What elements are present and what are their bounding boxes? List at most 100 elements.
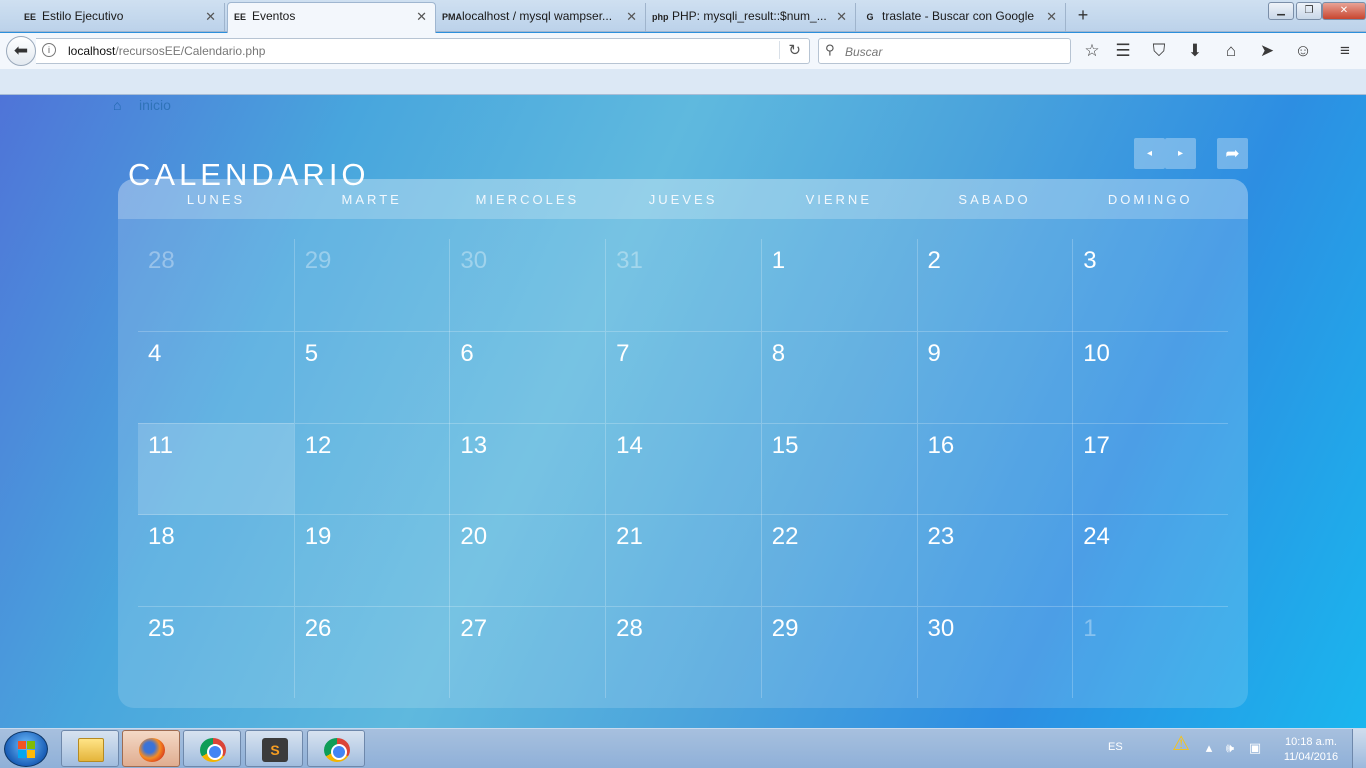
tab-close-icon[interactable]: ✕ [1046, 3, 1057, 30]
breadcrumb[interactable]: ⌂ inicio [113, 97, 171, 113]
tab-close-icon[interactable]: ✕ [836, 3, 847, 30]
calendar-day-cell[interactable]: 24 [1072, 514, 1229, 607]
maximize-button[interactable]: ❐ [1296, 2, 1322, 20]
close-window-button[interactable]: ✕ [1322, 2, 1366, 20]
page-title: CALENDARIO [128, 157, 370, 192]
system-clock[interactable]: 10:18 a.m. 11/04/2016 [1276, 735, 1346, 765]
next-month-button[interactable]: ▸ [1165, 138, 1196, 169]
search-placeholder: Buscar [845, 45, 883, 59]
tab-title: PHP: mysqli_result::$num_... [672, 9, 827, 23]
tab-4[interactable]: Gtraslate - Buscar con Google ✕ [858, 3, 1066, 32]
chrome-icon [324, 738, 350, 762]
calendar-day-cell[interactable]: 12 [293, 422, 450, 515]
calendar-day-cell[interactable]: 5 [293, 330, 450, 423]
calendar-day-cell[interactable]: 2 [916, 239, 1073, 331]
new-tab-button[interactable]: + [1072, 4, 1094, 26]
navigation-bar: ⬅ i localhost/recursosEE/Calendario.php … [0, 33, 1366, 69]
day-number: 12 [304, 431, 332, 459]
calendar-day-cell[interactable]: 29 [760, 606, 917, 699]
calendar-day-cell[interactable]: 18 [138, 514, 294, 606]
tab-0[interactable]: EE Estilo Ejecutivo ✕ [18, 3, 225, 32]
url-text[interactable]: localhost/recursosEE/Calendario.php [68, 44, 265, 58]
minimize-button[interactable]: ▁ [1268, 2, 1294, 20]
calendar-day-cell[interactable]: 15 [760, 422, 917, 515]
tab-favicon-icon: G [866, 12, 874, 22]
calendar-day-cell[interactable]: 29 [293, 239, 450, 331]
menu-icon[interactable]: ≡ [1334, 40, 1356, 62]
tab-2[interactable]: PMA localhost / mysql wampser... ✕ [438, 3, 646, 32]
share-icon[interactable]: ➤ [1256, 40, 1278, 62]
taskbar-chrome[interactable] [183, 730, 241, 767]
calendar-day-cell[interactable]: 13 [449, 422, 606, 515]
home-icon[interactable]: ⌂ [1220, 40, 1242, 62]
tab-close-icon[interactable]: ✕ [626, 3, 637, 30]
site-info-icon[interactable]: i [42, 43, 56, 57]
day-number: 1 [1083, 615, 1097, 643]
weekday-label: VIERNE [805, 192, 872, 207]
network-icon[interactable]: ▣ [1246, 739, 1264, 757]
volume-icon[interactable]: 🕪 [1221, 739, 1239, 757]
calendar-day-cell[interactable]: 1 [760, 239, 917, 331]
language-indicator[interactable]: ES [1108, 741, 1123, 753]
show-desktop-button[interactable] [1352, 729, 1366, 768]
taskbar-chrome-2[interactable] [307, 730, 365, 767]
calendar-day-cell[interactable]: 17 [1072, 422, 1229, 515]
reload-icon[interactable]: ↻ [779, 41, 801, 59]
calendar-day-cell[interactable]: 19 [293, 514, 450, 607]
calendar-day-cell[interactable]: 30 [916, 606, 1073, 699]
download-icon[interactable]: ⬇ [1184, 40, 1206, 62]
calendar-day-cell[interactable]: 6 [449, 330, 606, 423]
day-number: 25 [148, 615, 175, 643]
calendar: LUNES MARTE MIERCOLES JUEVES VIERNE SABADO DOM… [118, 179, 1248, 708]
calendar-day-cell[interactable]: 3 [1072, 239, 1228, 331]
calendar-day-cell[interactable]: 27 [449, 606, 606, 699]
calendar-day-cell[interactable]: 28 [138, 239, 294, 331]
tab-close-icon[interactable]: ✕ [205, 3, 216, 30]
calendar-day-cell[interactable]: 30 [449, 239, 605, 331]
tab-1[interactable]: EE Eventos ✕ [227, 2, 436, 33]
calendar-day-cell[interactable]: 21 [605, 514, 762, 607]
emoji-icon[interactable]: ☺ [1292, 40, 1314, 62]
calendar-day-cell[interactable]: 7 [605, 330, 762, 423]
calendar-day-cell[interactable]: 16 [916, 422, 1073, 515]
warning-icon[interactable]: ⚠ [1172, 733, 1194, 755]
breadcrumb-home[interactable]: inicio [139, 97, 171, 113]
bookmark-star-icon[interactable]: ☆ [1081, 40, 1103, 62]
calendar-day-cell[interactable]: 31 [605, 239, 761, 331]
calendar-day-cell[interactable]: 8 [760, 330, 917, 423]
url-bar[interactable]: i localhost/recursosEE/Calendario.php ↻ [36, 38, 810, 64]
show-hidden-icons-icon[interactable]: ▴ [1200, 739, 1218, 757]
pocket-icon[interactable]: ⛉ [1148, 40, 1170, 62]
sublime-text-icon: S [262, 738, 288, 762]
search-bar[interactable]: ⚲ Buscar [818, 38, 1071, 64]
calendar-day-cell[interactable]: 20 [449, 514, 606, 607]
calendar-day-cell[interactable]: 26 [293, 606, 450, 699]
taskbar-firefox[interactable] [122, 730, 180, 767]
prev-month-button[interactable]: ◂ [1134, 138, 1165, 169]
calendar-day-cell[interactable]: 23 [916, 514, 1073, 607]
start-button[interactable] [4, 731, 48, 767]
tab-strip: EE Estilo Ejecutivo ✕ EE Eventos ✕ PMA localhos… [0, 0, 1366, 33]
go-forward-button[interactable]: ➦ [1217, 138, 1248, 169]
taskbar-sublime-text[interactable]: S [245, 730, 303, 767]
chrome-icon [200, 738, 226, 762]
back-button[interactable]: ⬅ [6, 36, 36, 66]
day-number: 15 [771, 431, 799, 459]
day-number: 26 [304, 615, 332, 643]
calendar-day-cell[interactable]: 9 [916, 330, 1073, 423]
tab-close-icon[interactable]: ✕ [416, 3, 427, 30]
calendar-day-cell[interactable]: 10 [1072, 330, 1229, 423]
calendar-day-cell[interactable]: 4 [138, 330, 294, 423]
reader-list-icon[interactable]: ☰ [1112, 40, 1134, 62]
tab-3[interactable]: php PHP: mysqli_result::$num_... ✕ [648, 3, 856, 32]
calendar-day-cell[interactable]: 22 [760, 514, 917, 607]
calendar-day-cell[interactable]: 1 [1072, 606, 1229, 699]
calendar-day-cell[interactable]: 28 [605, 606, 762, 699]
calendar-day-cell[interactable]: 14 [605, 422, 762, 515]
day-number: 29 [304, 247, 332, 274]
calendar-day-cell[interactable]: 25 [138, 606, 294, 698]
taskbar-file-explorer[interactable] [61, 730, 119, 767]
day-number: 3 [1083, 247, 1097, 274]
day-number: 29 [771, 615, 799, 643]
calendar-day-cell[interactable]: 11 [138, 422, 294, 515]
